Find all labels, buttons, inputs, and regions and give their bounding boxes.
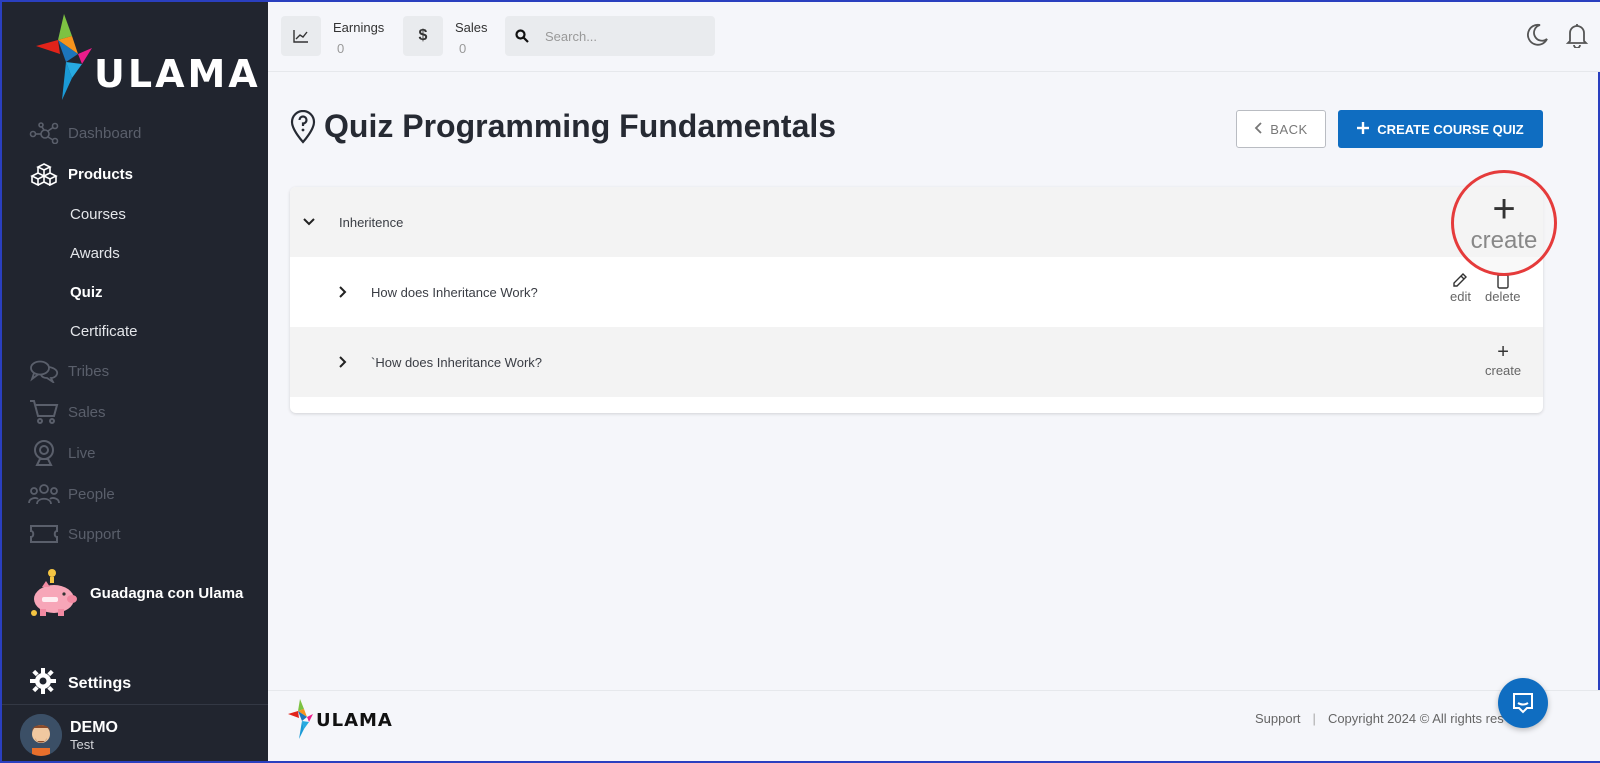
create-quiz-label: CREATE COURSE QUIZ <box>1377 121 1524 137</box>
footer: ULAMA Support | Copyright 2024 © All rig… <box>268 690 1600 761</box>
sidebar-item-dashboard[interactable]: Dashboard <box>28 118 141 148</box>
sidebar-item-label: Support <box>68 525 121 543</box>
delete-label: delete <box>1485 289 1521 304</box>
earnings-stat: Earnings 0 <box>281 16 384 56</box>
edit-label: edit <box>1450 289 1471 304</box>
row-label: How does Inheritance Work? <box>371 284 538 300</box>
create-button-highlight[interactable]: + create <box>1451 170 1557 276</box>
notifications-bell-icon[interactable] <box>1564 22 1590 53</box>
sidebar-item-label: Products <box>68 165 134 183</box>
bird-logo-icon <box>288 699 313 739</box>
gear-icon <box>30 668 56 699</box>
create-label: create <box>1470 227 1538 254</box>
chevron-right-icon[interactable] <box>333 356 353 368</box>
brand-name: ULAMA <box>94 52 261 96</box>
promo-earn-with-ulama[interactable]: Guadagna con Ulama <box>28 567 243 619</box>
sidebar-subitem-courses[interactable]: Courses <box>70 206 126 223</box>
sales-label: Sales <box>455 20 488 35</box>
bird-logo-icon <box>36 14 92 100</box>
sidebar-item-label: Live <box>68 444 96 462</box>
row-label: `How does Inheritance Work? <box>371 354 543 370</box>
sidebar-item-settings[interactable]: Settings <box>30 668 131 699</box>
chevron-left-icon <box>1254 121 1262 137</box>
chevron-right-icon[interactable] <box>333 286 353 298</box>
page-title: Quiz Programming Fundamentals <box>324 108 837 144</box>
sidebar-item-label: Tribes <box>68 362 110 380</box>
sidebar-item-tribes[interactable]: Tribes <box>28 356 109 386</box>
chat-launcher-button[interactable] <box>1498 678 1548 728</box>
topbar: Earnings 0 $ Sales 0 <box>268 2 1600 72</box>
tree-row-question[interactable]: `How does Inheritance Work? + create <box>290 327 1543 397</box>
sales-stat: $ Sales 0 <box>403 16 488 56</box>
dollar-icon: $ <box>403 16 443 56</box>
plus-icon: + <box>1497 341 1509 363</box>
cubes-icon <box>28 161 60 187</box>
footer-links: Support | Copyright 2024 © All rights re… <box>1255 711 1504 726</box>
people-icon <box>28 481 60 507</box>
page-header: Quiz Programming Fundamentals <box>290 108 836 145</box>
footer-separator: | <box>1312 711 1316 726</box>
chat-icon <box>1513 693 1533 714</box>
sidebar-subitem-certificate[interactable]: Certificate <box>70 323 138 340</box>
plus-icon: + <box>1492 187 1516 231</box>
user-subtitle: Test <box>70 736 94 752</box>
plus-icon <box>1357 121 1370 137</box>
dashboard-icon <box>28 120 60 146</box>
promo-label: Guadagna con Ulama <box>90 584 244 602</box>
sidebar-item-support[interactable]: Support <box>28 519 121 549</box>
footer-copyright: Copyright 2024 © All rights res <box>1327 711 1504 726</box>
footer-logo: ULAMA <box>288 699 393 741</box>
quiz-tree-panel: Inheritence How does Inheritance Work? e… <box>290 187 1543 413</box>
user-name: DEMO <box>70 718 118 736</box>
chat-bubbles-icon <box>28 358 60 384</box>
create-course-quiz-button[interactable]: CREATE COURSE QUIZ <box>1338 110 1543 148</box>
avatar <box>20 714 62 756</box>
sidebar-item-label: Sales <box>68 403 106 421</box>
settings-label: Settings <box>68 674 132 692</box>
sidebar-item-label: People <box>68 485 115 503</box>
sidebar-item-people[interactable]: People <box>28 479 115 509</box>
chevron-down-icon[interactable] <box>299 218 319 226</box>
edit-button[interactable]: edit <box>1450 271 1471 304</box>
sidebar: ULAMA Dashboard Products Courses Awards … <box>2 2 268 761</box>
ticket-icon <box>28 521 60 547</box>
footer-brand-name: ULAMA <box>316 709 393 731</box>
webcam-icon <box>28 440 60 466</box>
search-box[interactable] <box>505 16 715 56</box>
sidebar-item-live[interactable]: Live <box>28 438 96 468</box>
search-icon <box>515 29 529 43</box>
earnings-label: Earnings <box>333 20 385 35</box>
row-label: Inheritence <box>339 214 404 230</box>
sidebar-subitem-quiz[interactable]: Quiz <box>70 284 103 301</box>
brand-logo[interactable]: ULAMA <box>36 14 258 104</box>
back-label: BACK <box>1270 121 1308 137</box>
sales-value: 0 <box>459 41 467 56</box>
back-button[interactable]: BACK <box>1236 110 1326 148</box>
piggy-bank-icon <box>31 569 77 616</box>
dark-mode-moon-icon[interactable] <box>1524 22 1550 53</box>
sidebar-item-sales[interactable]: Sales <box>28 397 106 427</box>
location-question-icon <box>290 109 316 144</box>
earnings-value: 0 <box>337 41 345 56</box>
sidebar-item-products[interactable]: Products <box>28 159 133 189</box>
pencil-icon <box>1453 273 1468 287</box>
user-profile[interactable]: DEMO Test <box>20 714 118 756</box>
create-label: create <box>1485 363 1522 378</box>
footer-support-link[interactable]: Support <box>1255 711 1301 726</box>
topbar-actions <box>1524 22 1590 53</box>
cart-icon <box>28 399 60 425</box>
tree-row-question[interactable]: How does Inheritance Work? edit delete <box>290 257 1543 327</box>
create-answer-button[interactable]: + create <box>1485 341 1521 378</box>
sidebar-divider <box>2 704 268 705</box>
sidebar-item-label: Dashboard <box>68 124 142 142</box>
tree-row-section[interactable]: Inheritence <box>290 187 1543 257</box>
search-input[interactable] <box>545 28 695 44</box>
sidebar-subitem-awards[interactable]: Awards <box>70 245 120 262</box>
trending-chart-icon <box>281 16 321 56</box>
